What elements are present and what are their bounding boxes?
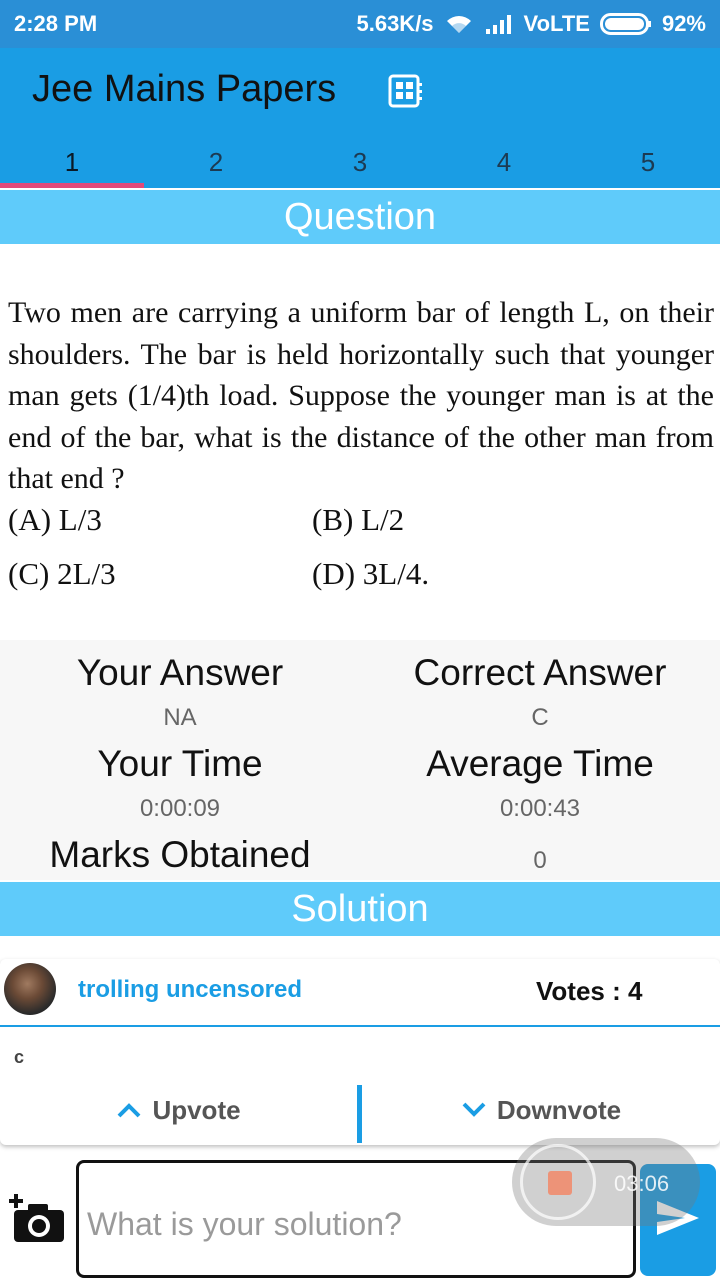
stop-icon bbox=[548, 1171, 572, 1195]
recording-time: 03:06 bbox=[614, 1171, 670, 1196]
battery-icon bbox=[599, 12, 652, 36]
status-bar: 2:28 PM 5.63K/s VoLTE 92% bbox=[0, 0, 720, 48]
tab-2[interactable]: 2 bbox=[144, 136, 288, 188]
wifi-icon bbox=[444, 13, 474, 35]
status-time: 2:28 PM bbox=[14, 11, 98, 36]
option-a: (A) L/3 bbox=[8, 502, 102, 537]
downvote-button[interactable]: Downvote bbox=[362, 1087, 720, 1133]
solution-card: trolling uncensored Votes : 4 c Upvote D… bbox=[0, 959, 720, 1145]
question-text: Two men are carrying a uniform bar of le… bbox=[8, 296, 714, 495]
solution-username[interactable]: trolling uncensored bbox=[78, 976, 302, 1004]
your-answer-label: Your Answer bbox=[76, 652, 284, 693]
solution-text: c bbox=[14, 1047, 25, 1067]
signal-icon bbox=[484, 13, 514, 35]
average-time-label: Average Time bbox=[426, 743, 654, 784]
recording-overlay[interactable]: 03:06 bbox=[512, 1138, 700, 1226]
status-right: 5.63K/s VoLTE 92% bbox=[356, 11, 706, 37]
grid-document-icon[interactable] bbox=[387, 73, 423, 109]
record-button[interactable] bbox=[520, 1144, 596, 1220]
app-title: Jee Mains Papers bbox=[32, 68, 337, 110]
question-header: Question bbox=[0, 190, 720, 244]
downvote-label: Downvote bbox=[496, 1094, 622, 1125]
your-time-label: Your Time bbox=[97, 743, 263, 784]
tab-3[interactable]: 3 bbox=[288, 136, 432, 188]
battery-percent: 92% bbox=[661, 11, 706, 36]
vote-count: Votes : 4 bbox=[536, 976, 643, 1006]
card-divider bbox=[0, 1025, 720, 1027]
tab-5[interactable]: 5 bbox=[576, 136, 720, 188]
add-photo-icon[interactable] bbox=[8, 1192, 66, 1244]
correct-answer-label: Correct Answer bbox=[413, 652, 667, 693]
solution-header: Solution bbox=[0, 882, 720, 936]
chevron-down-icon bbox=[461, 1095, 487, 1126]
avatar[interactable] bbox=[4, 963, 56, 1015]
tab-4[interactable]: 4 bbox=[432, 136, 576, 188]
app-bar: Jee Mains Papers 1 2 3 4 5 bbox=[0, 48, 720, 188]
result-stats: Your Answer Correct Answer NA C Your Tim… bbox=[0, 640, 720, 880]
chevron-up-icon bbox=[116, 1095, 142, 1126]
upvote-label: Upvote bbox=[152, 1094, 241, 1125]
upvote-button[interactable]: Upvote bbox=[0, 1087, 357, 1133]
network-type: VoLTE bbox=[523, 11, 590, 36]
option-d: (D) 3L/4. bbox=[312, 556, 430, 591]
option-c: (C) 2L/3 bbox=[8, 556, 116, 591]
tab-1[interactable]: 1 bbox=[0, 136, 144, 188]
your-answer-value: NA bbox=[163, 704, 197, 731]
your-time-value: 0:00:09 bbox=[139, 795, 221, 822]
question-tabs: 1 2 3 4 5 bbox=[0, 136, 720, 188]
network-speed: 5.63K/s bbox=[356, 11, 434, 36]
marks-obtained-value: 0 bbox=[533, 847, 547, 874]
option-b: (B) L/2 bbox=[312, 502, 405, 537]
average-time-value: 0:00:43 bbox=[499, 795, 581, 822]
marks-obtained-label: Marks Obtained bbox=[49, 834, 311, 875]
correct-answer-value: C bbox=[531, 704, 549, 731]
